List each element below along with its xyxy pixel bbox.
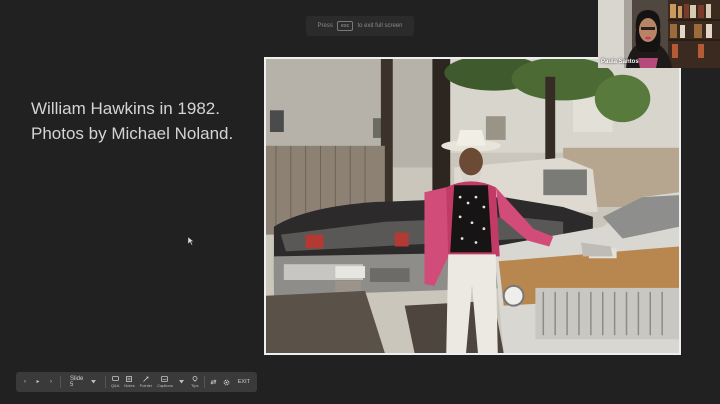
play-icon: ▸: [36, 379, 40, 385]
participant-video-tile[interactable]: Paula Santos: [598, 0, 720, 68]
notes-icon: [126, 376, 133, 382]
fullscreen-hint: Press esc to exit full screen: [306, 16, 414, 36]
notes-button[interactable]: Notes: [122, 374, 136, 390]
toolbar-divider: [105, 376, 106, 388]
slide-caption-line-2: Photos by Michael Noland.: [31, 124, 234, 143]
fullscreen-hint-press: Press: [317, 23, 333, 29]
qa-icon: [111, 376, 119, 381]
fullscreen-hint-text: to exit full screen: [357, 23, 403, 29]
exit-button[interactable]: EXIT: [234, 379, 254, 385]
captions-options-button[interactable]: [176, 374, 188, 390]
swap-icon: [210, 379, 217, 385]
chevron-down-icon: [179, 380, 185, 384]
slide-photo: [264, 57, 681, 355]
tips-icon: [192, 376, 198, 382]
tips-button[interactable]: Tips: [189, 374, 201, 390]
pointer-button[interactable]: Pointer: [138, 374, 155, 390]
captions-label: Captions: [157, 383, 173, 388]
gear-icon: [223, 379, 230, 385]
slide-caption-line-1: William Hawkins in 1982.: [31, 99, 220, 118]
toolbar-divider: [203, 376, 205, 388]
notes-label: Notes: [124, 383, 135, 388]
slide-caption: William Hawkins in 1982. Photos by Micha…: [31, 96, 261, 146]
qa-button[interactable]: Q&A: [109, 374, 121, 390]
captions-button[interactable]: Captions: [155, 374, 175, 390]
chevron-right-icon: ›: [50, 379, 52, 385]
next-slide-button[interactable]: ›: [45, 374, 57, 390]
swap-screens-button[interactable]: [208, 374, 220, 390]
chevron-left-icon: ‹: [24, 379, 26, 385]
slide-selector[interactable]: Slide 5: [64, 374, 102, 390]
previous-slide-button[interactable]: ‹: [19, 374, 31, 390]
mouse-cursor-icon: [188, 237, 194, 245]
esc-key-badge: esc: [336, 21, 354, 31]
participant-name: Paula Santos: [601, 59, 639, 65]
toolbar-divider: [60, 376, 61, 388]
pointer-label: Pointer: [139, 383, 153, 388]
chevron-down-icon: [91, 380, 96, 384]
presentation-toolbar: ‹ ▸ › Slide 5 Q&A Notes Pointer Captions…: [16, 372, 257, 392]
pointer-icon: [143, 376, 149, 382]
qa-label: Q&A: [110, 383, 120, 388]
photo-illustration: [266, 59, 679, 353]
settings-button[interactable]: [221, 374, 233, 390]
tips-label: Tips: [191, 383, 199, 388]
play-button[interactable]: ▸: [32, 374, 44, 390]
participant-video: [598, 0, 720, 68]
slide-number-label: Slide 5: [69, 376, 84, 388]
captions-icon: [161, 376, 169, 382]
